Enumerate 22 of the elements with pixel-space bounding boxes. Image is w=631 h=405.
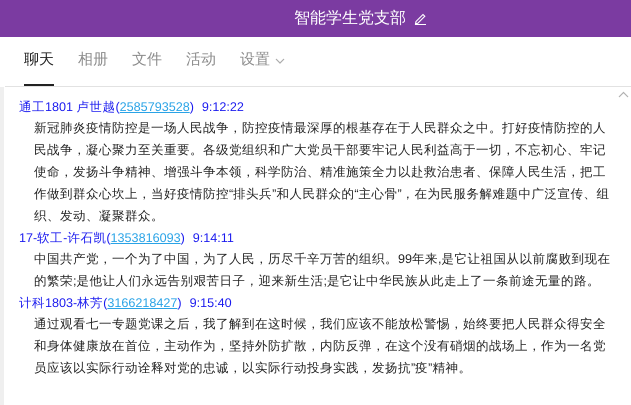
edit-icon[interactable]: [414, 12, 427, 25]
tab[interactable]: 文件: [132, 37, 162, 86]
qq-link[interactable]: 1353816093: [110, 231, 181, 245]
bracket-text: ): [177, 296, 182, 310]
window-title: 智能学生党支部: [294, 8, 406, 28]
tab[interactable]: 聊天: [24, 37, 54, 86]
qq-link[interactable]: 2585793528: [120, 100, 190, 114]
tab[interactable]: 设置: [240, 37, 285, 86]
tab[interactable]: 相册: [78, 37, 108, 86]
tab[interactable]: 活动: [186, 37, 216, 86]
sender-name: 通工1801 卢世越(: [18, 100, 120, 114]
sender-name: 计科1803-林芳(: [18, 296, 108, 310]
message-text: 中国共产党，一个为了中国，为了人民，历尽千辛万苦的组织。99年来,是它让祖国从以前腐败到现在的繁荣;是他让人们永远告别艰苦日子，迎来新生活;是它让中华民族从此走上了一条前途无量的路。: [34, 251, 612, 290]
message-text: 通过观看七一专题党课之后，我了解到在这时候，我们应该不能放松警惕，始终要把人民群众得安全和身体健康放在首位，主动作为，坚持外防扩散，内防反弹，在这个没有硝烟的战场上，作为一名党员应该以实际行动诠释对党的忠诚，以实际行动投身实践，发扬抗”疫”精神。: [34, 316, 607, 377]
message-text: 新冠肺炎疫情防控是一场人民战争，防控疫情最深厚的根基存在于人民群众之中。打好疫情防控的人民战争，凝心聚力至关重要。各级党组织和广大党员干部要牢记人民利益高于一切，不忘初心、牢记使命，发扬斗争精神、增强斗争本领，科学防治、精准施策全力以赴救治患者、保障人民生活，把工作做到群众心坎上，当好疫情防控“排头兵”和人民群众的“主心骨”，在为民服务解难题中广泛宣传、组织、发动、凝聚群众。: [34, 120, 611, 225]
message-time: 9:12:22: [202, 100, 244, 114]
message-time: 9:15:40: [190, 296, 232, 310]
qq-link[interactable]: 3166218427: [107, 296, 178, 310]
message-time: 9:14:11: [192, 231, 234, 245]
sender-name: 17-软工-许石凯(: [18, 231, 111, 245]
bracket-text: ): [190, 100, 194, 114]
bracket-text: ): [180, 231, 185, 245]
